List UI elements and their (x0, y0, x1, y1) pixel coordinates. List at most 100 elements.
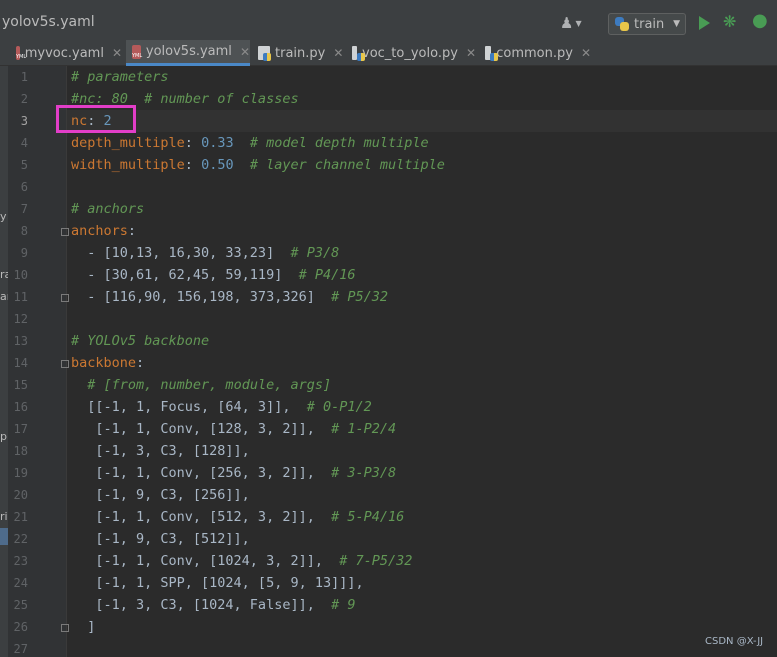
line-number: 4 (20, 136, 28, 150)
code-token: [-1, 1, SPP, [1024, [5, 9, 13]]], (71, 575, 364, 591)
code-token: - [30,61, 62,45, 59,119] (71, 267, 299, 283)
code-token: # model depth multiple (249, 135, 429, 151)
code-line[interactable]: - [30,61, 62,45, 59,119] # P4/16 (71, 264, 355, 286)
code-token: anchors (71, 223, 128, 239)
code-token: # P3/8 (290, 245, 340, 261)
code-line[interactable]: # parameters (71, 66, 169, 88)
code-token: # 1-P2/4 (331, 421, 397, 437)
code-line[interactable]: depth_multiple: 0.33 # model depth multi… (71, 132, 429, 154)
code-token: [-1, 3, C3, [128]], (71, 443, 250, 459)
code-token: # YOLOv5 backbone (71, 333, 210, 349)
code-token: backbone (71, 355, 137, 371)
code-line[interactable]: [-1, 9, C3, [512]], (71, 528, 249, 550)
tab-common-py[interactable]: common.py ✕ (479, 40, 591, 66)
close-icon[interactable]: ✕ (466, 46, 476, 60)
code-line[interactable]: [-1, 1, SPP, [1024, [5, 9, 13]]], (71, 572, 364, 594)
code-line[interactable]: [-1, 3, C3, [128]], (71, 440, 250, 462)
line-number: 6 (20, 180, 28, 194)
code-line[interactable]: - [116,90, 156,198, 373,326] # P5/32 (71, 286, 388, 308)
title-bar: yolov5s.yaml ♟ ▼ train ▼ ❋ ● (0, 6, 777, 40)
tab-yolov5s-yaml[interactable]: yolov5s.yaml ✕ (126, 40, 250, 66)
tab-label: voc_to_yolo.py (362, 45, 458, 61)
code-line[interactable]: [[-1, 1, Focus, [64, 3]], # 0-P1/2 (71, 396, 372, 418)
line-number: 13 (13, 334, 28, 348)
code-line[interactable]: [-1, 1, Conv, [512, 3, 2]], # 5-P4/16 (71, 506, 404, 528)
line-number: 18 (13, 444, 28, 458)
line-number: 21 (13, 510, 28, 524)
fold-marker-icon[interactable] (61, 360, 69, 368)
tab-voc-to-yolo-py[interactable]: voc_to_yolo.py ✕ (346, 40, 476, 66)
code-line[interactable]: ] (71, 616, 95, 638)
code-token: [[-1, 1, Focus, [64, 3]], (71, 399, 307, 415)
user-button[interactable]: ♟ ▼ (560, 12, 596, 34)
code-line[interactable]: [-1, 9, C3, [256]], (71, 484, 249, 506)
code-token: [-1, 1, Conv, [256, 3, 2]], (71, 465, 332, 481)
line-number: 10 (13, 268, 28, 282)
line-number: 1 (20, 70, 28, 84)
code-token: # P5/32 (331, 289, 388, 305)
python-file-icon (352, 46, 366, 61)
line-number: 12 (13, 312, 28, 326)
fold-marker-icon[interactable] (61, 294, 69, 302)
line-number: 26 (13, 620, 28, 634)
tab-train-py[interactable]: train.py ✕ (252, 40, 344, 66)
bug-icon[interactable]: ❋ (723, 12, 736, 31)
code-token: [-1, 1, Conv, [512, 3, 2]], (71, 509, 332, 525)
tab-myvoc-yaml[interactable]: myvoc.yaml ✕ (10, 40, 122, 66)
code-line[interactable]: [-1, 1, Conv, [1024, 3, 2]], # 7-P5/32 (71, 550, 412, 572)
code-line[interactable]: [-1, 1, Conv, [256, 3, 2]], # 3-P3/8 (71, 462, 396, 484)
code-token: # 0-P1/2 (306, 399, 372, 415)
line-number: 24 (13, 576, 28, 590)
python-icon (615, 17, 629, 31)
line-number: 27 (13, 642, 28, 656)
chevron-down-icon: ▼ (673, 19, 680, 29)
fold-marker-icon[interactable] (61, 228, 69, 236)
editor-tab-bar: myvoc.yaml ✕ yolov5s.yaml ✕ train.py ✕ v… (0, 40, 777, 66)
close-icon[interactable]: ✕ (333, 46, 343, 60)
code-token: - [10,13, 16,30, 33,23] (71, 245, 291, 261)
code-token: : (184, 157, 202, 173)
code-token: ] (71, 619, 96, 635)
close-icon[interactable]: ✕ (581, 46, 591, 60)
line-number: 15 (13, 378, 28, 392)
python-file-icon (258, 46, 271, 61)
code-line[interactable]: # YOLOv5 backbone (71, 330, 209, 352)
code-line[interactable]: [-1, 3, C3, [1024, False]], # 9 (71, 594, 355, 616)
python-file-icon (485, 46, 499, 61)
code-line[interactable]: - [10,13, 16,30, 33,23] # P3/8 (71, 242, 339, 264)
play-icon[interactable] (699, 16, 710, 30)
code-line[interactable]: # anchors (71, 198, 144, 220)
watermark: CSDN @X-JJ (705, 636, 764, 647)
run-more-icon[interactable]: ● (752, 10, 768, 31)
run-config-label: train (634, 16, 665, 32)
line-number: 3 (20, 114, 28, 128)
code-line[interactable]: anchors: (71, 220, 136, 242)
file-title: yolov5s.yaml (2, 14, 95, 30)
line-number: 22 (13, 532, 28, 546)
code-token: : (184, 135, 202, 151)
code-line[interactable]: backbone: (71, 352, 144, 374)
tab-label: myvoc.yaml (24, 45, 104, 61)
code-token: width_multiple (71, 157, 185, 173)
left-edge-fragment: ri (0, 510, 8, 523)
line-number: 17 (13, 422, 28, 436)
run-config-selector[interactable]: train ▼ (608, 13, 686, 35)
code-line[interactable]: # [from, number, module, args] (71, 374, 331, 396)
close-icon[interactable]: ✕ (112, 46, 122, 60)
code-token: # parameters (71, 69, 169, 85)
fold-marker-icon[interactable] (61, 624, 69, 632)
line-number: 16 (13, 400, 28, 414)
tab-label: common.py (496, 45, 573, 61)
code-token: [-1, 1, Conv, [1024, 3, 2]], (71, 553, 340, 569)
close-icon[interactable]: ✕ (240, 45, 250, 59)
yaml-file-icon (16, 46, 25, 60)
chevron-down-icon: ▼ (575, 18, 582, 28)
code-token: # 7-P5/32 (339, 553, 413, 569)
code-line[interactable]: width_multiple: 0.50 # layer channel mul… (71, 154, 445, 176)
code-token: 0.50 (201, 157, 234, 173)
line-number: 14 (13, 356, 28, 370)
code-line[interactable]: [-1, 1, Conv, [128, 3, 2]], # 1-P2/4 (71, 418, 396, 440)
code-token: # 9 (331, 597, 356, 613)
